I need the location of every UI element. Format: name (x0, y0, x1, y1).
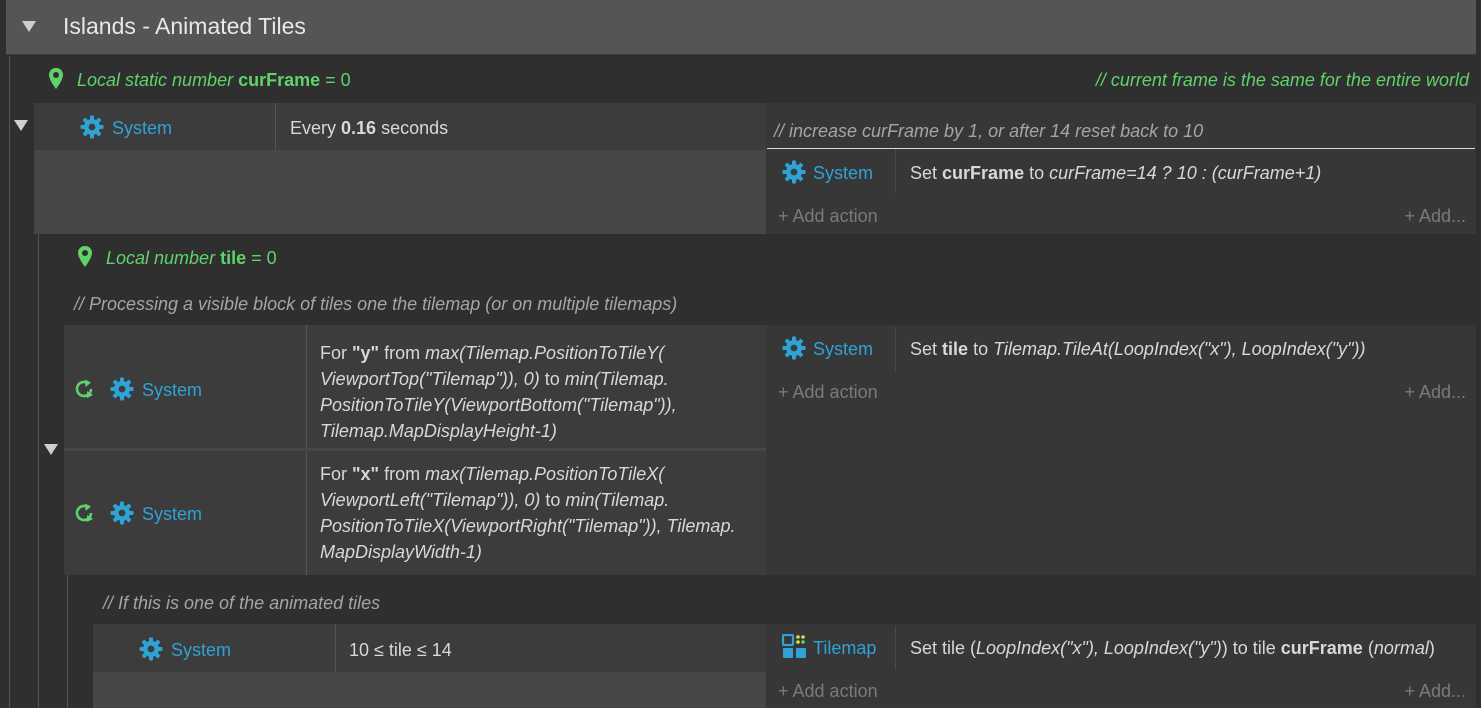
action-text[interactable]: Set tile (LoopIndex("x"), LoopIndex("y")… (910, 638, 1435, 659)
variable-name: tile (220, 248, 247, 268)
condition-object: System (142, 380, 203, 400)
comment-animated[interactable]: // If this is one of the animated tiles (103, 593, 380, 614)
variable-type: Local static number (77, 70, 234, 90)
comment-world[interactable]: // current frame is the same for the ent… (1096, 70, 1469, 91)
event2-actions[interactable]: System Set tile to Tilemap.TileAt(LoopIn… (766, 325, 1476, 575)
event3-actions[interactable]: Tilemap Set tile (LoopIndex("x"), LoopIn… (766, 624, 1476, 708)
event-block-1[interactable]: System Every 0.16 seconds (34, 103, 766, 234)
condition-row-for-y[interactable]: System For "y" from max(Tilemap.Position… (64, 325, 766, 448)
system-gear-icon (110, 501, 134, 525)
add-more-button[interactable]: + Add... (1404, 681, 1466, 702)
system-gear-icon (110, 377, 134, 401)
action-object[interactable]: Tilemap (813, 638, 876, 659)
condition-text: For "y" from max(Tilemap.PositionToTileY… (320, 343, 677, 441)
system-gear-icon (80, 115, 104, 139)
plus-icon: + (778, 382, 789, 402)
action-text[interactable]: Set tile to Tilemap.TileAt(LoopIndex("x"… (910, 339, 1366, 360)
collapse-event-icon[interactable] (14, 120, 28, 131)
local-variable-curframe[interactable]: Local static number curFrame = 0 (46, 67, 846, 93)
add-more-button[interactable]: + Add... (1404, 206, 1466, 227)
divider (306, 451, 307, 575)
event-block-2[interactable]: System For "y" from max(Tilemap.Position… (64, 325, 766, 575)
map-pin-icon (48, 67, 64, 91)
condition-text: 10 ≤ tile ≤ 14 (349, 640, 452, 660)
loop-icon (72, 377, 96, 401)
system-gear-icon (782, 160, 806, 184)
collapse-group-icon[interactable] (22, 21, 36, 32)
divider (275, 103, 276, 150)
plus-icon: + (1404, 382, 1415, 402)
local-variable-tile[interactable]: Local number tile = 0 (75, 245, 475, 271)
comment-processing[interactable]: // Processing a visible block of tiles o… (74, 294, 677, 315)
plus-icon: + (778, 206, 789, 226)
divider (895, 327, 896, 371)
variable-value: = 0 (251, 248, 277, 268)
system-gear-icon (782, 336, 806, 360)
add-action-button[interactable]: + Add action (778, 681, 878, 702)
variable-value: = 0 (325, 70, 351, 90)
add-action-button[interactable]: + Add action (778, 382, 878, 403)
system-gear-icon (139, 637, 163, 661)
condition-row[interactable]: System 10 ≤ tile ≤ 14 (93, 624, 766, 672)
condition-object: System (112, 118, 173, 138)
event-block-3[interactable]: System 10 ≤ tile ≤ 14 (93, 624, 766, 708)
condition-object: System (171, 640, 232, 660)
plus-icon: + (1404, 681, 1415, 701)
add-more-button[interactable]: + Add... (1404, 382, 1466, 403)
divider (895, 149, 896, 193)
group-header[interactable]: Islands - Animated Tiles (6, 0, 1476, 55)
plus-icon: + (778, 681, 789, 701)
divider (306, 325, 307, 448)
action-text[interactable]: Set curFrame to curFrame=14 ? 10 : (curF… (910, 163, 1321, 184)
event1-actions[interactable]: // increase curFrame by 1, or after 14 r… (766, 103, 1476, 234)
indent-line (38, 234, 39, 708)
indent-line (9, 56, 10, 708)
condition-row-for-x[interactable]: System For "x" from max(Tilemap.Position… (64, 451, 766, 575)
action-object[interactable]: System (813, 163, 873, 184)
loop-icon (72, 501, 96, 525)
condition-text: Every 0.16 seconds (290, 118, 449, 138)
group-title: Islands - Animated Tiles (63, 13, 306, 39)
condition-row[interactable]: System Every 0.16 seconds (34, 103, 766, 150)
plus-icon: + (1404, 206, 1415, 226)
comment-increase[interactable]: // increase curFrame by 1, or after 14 r… (774, 121, 1203, 142)
indent-line (67, 575, 68, 708)
add-action-button[interactable]: + Add action (778, 206, 878, 227)
variable-type: Local number (106, 248, 216, 268)
map-pin-icon (77, 245, 93, 269)
divider (335, 624, 336, 672)
divider (895, 626, 896, 670)
tilemap-icon (782, 634, 806, 658)
collapse-event-icon[interactable] (44, 444, 58, 455)
condition-object: System (142, 504, 203, 524)
comment-underline (767, 148, 1475, 149)
action-object[interactable]: System (813, 339, 873, 360)
condition-text: For "x" from max(Tilemap.PositionToTileX… (320, 464, 736, 562)
variable-name: curFrame (238, 70, 321, 90)
